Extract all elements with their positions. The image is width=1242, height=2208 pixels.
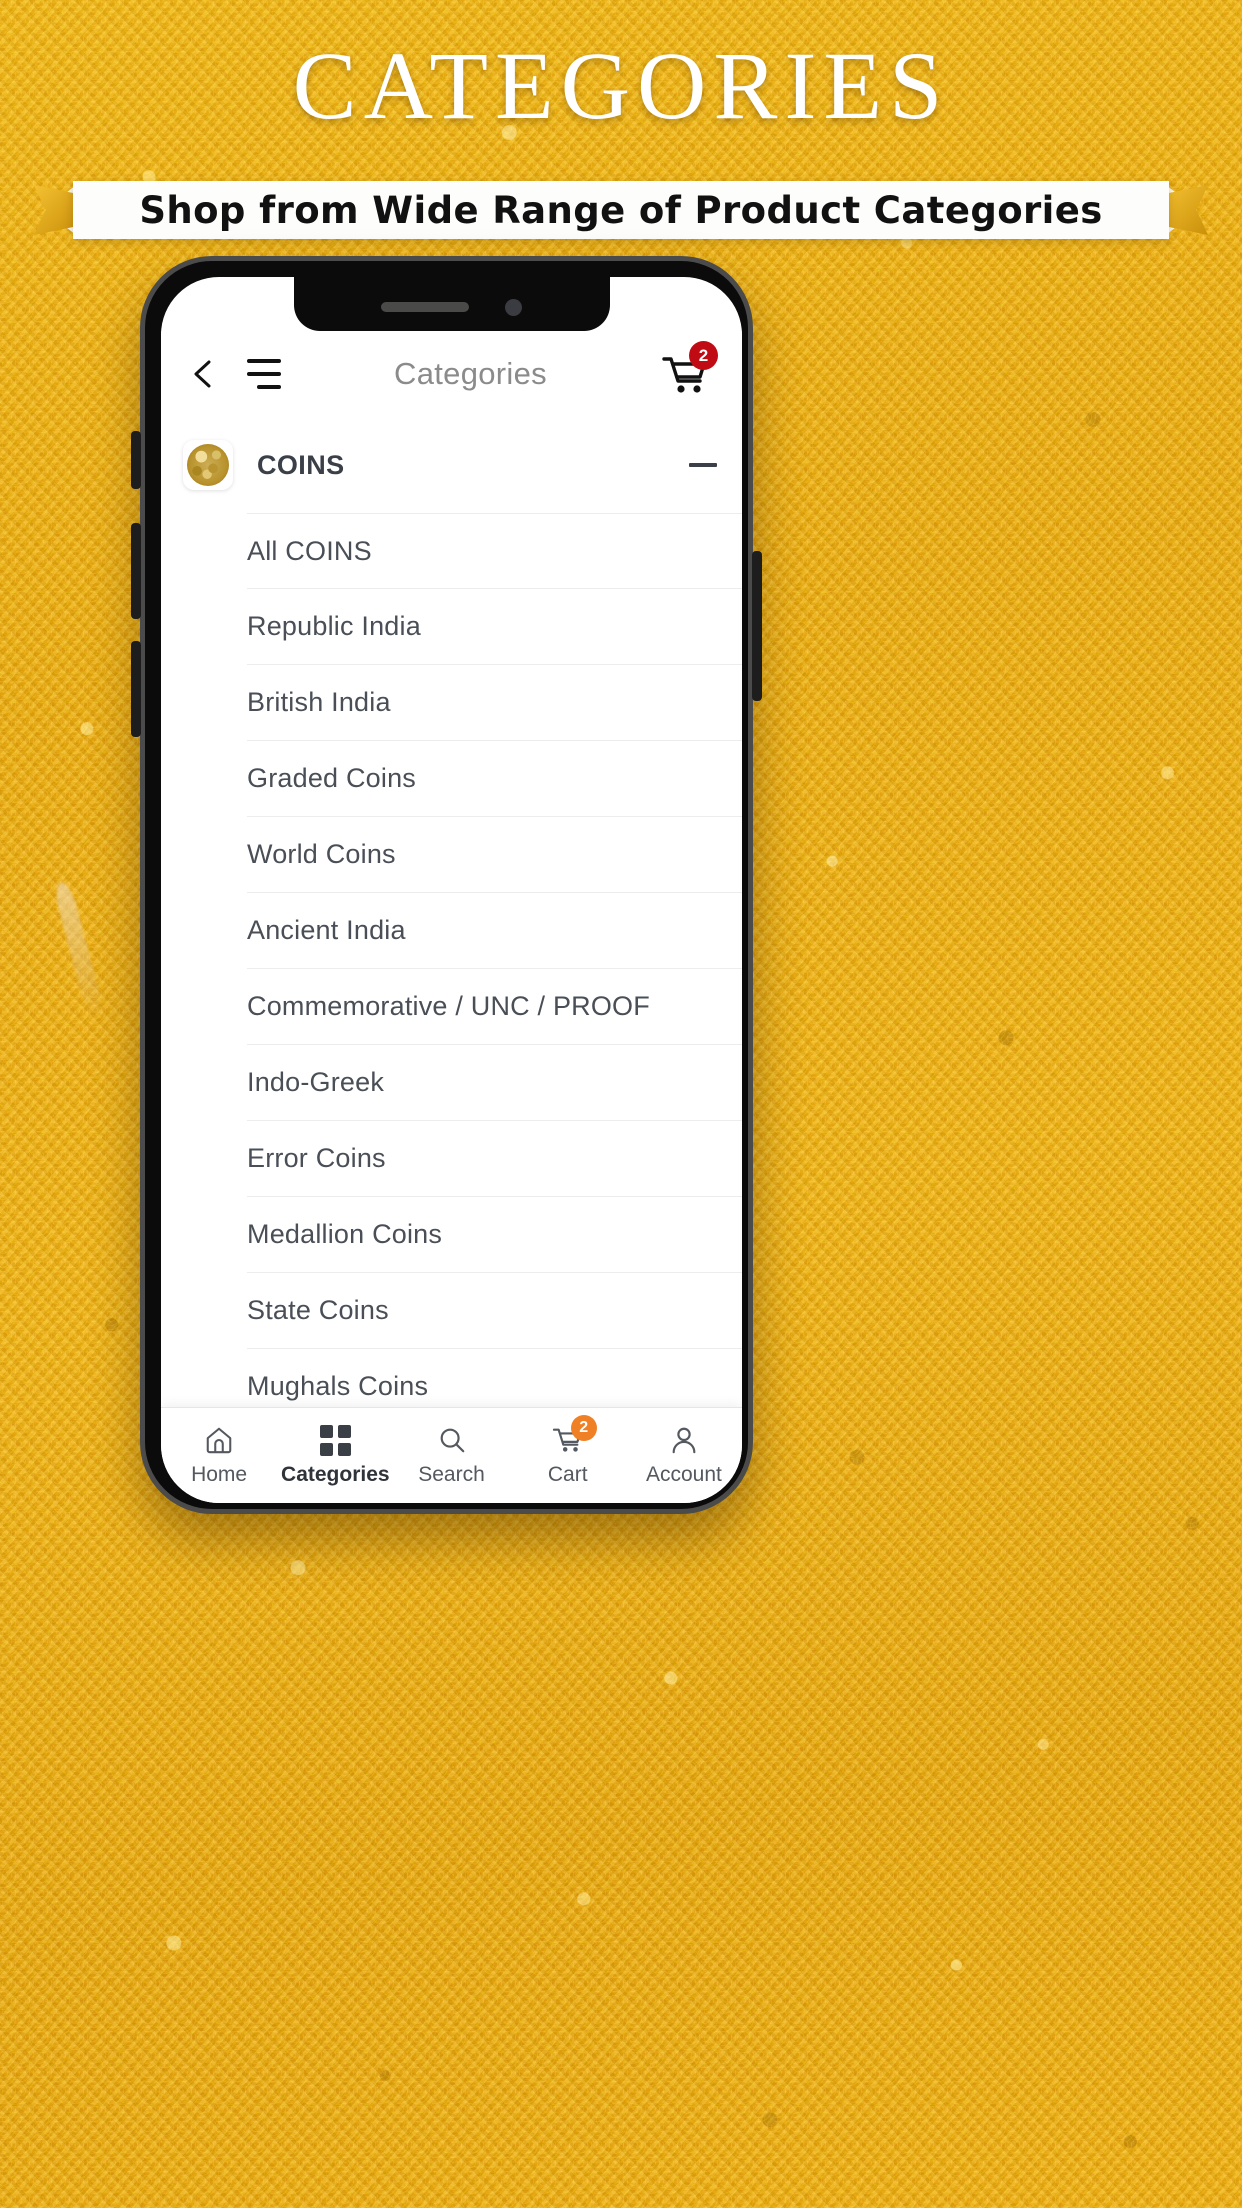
page-title: Categories — [394, 356, 547, 391]
phone-volume-down-button — [131, 641, 141, 737]
search-icon — [437, 1424, 467, 1456]
bottom-navigation-bar: Home Categories Search 2 Cart Account — [161, 1407, 742, 1503]
nav-item-search[interactable]: Search — [393, 1424, 509, 1487]
subcategory-item[interactable]: All COINS — [247, 513, 742, 589]
category-name: COINS — [257, 449, 345, 480]
cart-badge: 2 — [689, 341, 718, 370]
subcategory-item[interactable]: Republic India — [247, 589, 742, 665]
app-bar: Categories 2 — [161, 331, 742, 417]
subcategory-list-coins[interactable]: All COINS Republic India British India G… — [161, 513, 742, 1407]
nav-label: Search — [418, 1463, 485, 1486]
subcategory-item[interactable]: Commemorative / UNC / PROOF — [247, 969, 742, 1045]
phone-volume-up-button — [131, 523, 141, 619]
subcategory-item[interactable]: Medallion Coins — [247, 1197, 742, 1273]
cart-button[interactable]: 2 — [660, 341, 718, 398]
ribbon-text: Shop from Wide Range of Product Categori… — [139, 188, 1103, 232]
phone-notch — [293, 277, 610, 331]
hamburger-menu-icon[interactable] — [247, 359, 281, 389]
cart-icon: 2 — [552, 1415, 597, 1456]
person-icon — [669, 1424, 699, 1456]
phone-screen: Categories 2 COINS All COINS Republic In… — [161, 277, 742, 1503]
subcategory-item[interactable]: Mughals Coins — [247, 1349, 742, 1407]
nav-label: Cart — [547, 1463, 588, 1486]
front-camera-icon — [505, 298, 522, 316]
phone-mute-switch — [131, 431, 141, 489]
category-header-coins[interactable]: COINS — [161, 417, 742, 513]
nav-cart-badge: 2 — [570, 1415, 597, 1441]
subcategory-item[interactable]: Indo-Greek — [247, 1045, 742, 1121]
chevron-left-icon[interactable] — [187, 357, 221, 391]
subcategory-item[interactable]: State Coins — [247, 1273, 742, 1349]
nav-label: Categories — [281, 1463, 390, 1486]
gold-coin-thumbnail — [183, 440, 233, 490]
phone-mockup: Categories 2 COINS All COINS Republic In… — [131, 256, 762, 1514]
category-list[interactable]: COINS All COINS Republic India British I… — [161, 417, 742, 1407]
phone-power-button — [752, 551, 762, 701]
subcategory-item[interactable]: British India — [247, 665, 742, 741]
ribbon-banner: Shop from Wide Range of Product Categori… — [34, 181, 1208, 239]
nav-label: Account — [645, 1463, 722, 1486]
earpiece-speaker — [381, 302, 469, 312]
subcategory-item[interactable]: Graded Coins — [247, 741, 742, 817]
nav-item-cart[interactable]: 2 Cart — [510, 1415, 626, 1487]
nav-item-categories[interactable]: Categories — [277, 1424, 393, 1487]
subcategory-item[interactable]: World Coins — [247, 817, 742, 893]
minus-icon[interactable] — [686, 448, 720, 482]
nav-item-home[interactable]: Home — [161, 1424, 277, 1487]
poster-title: CATEGORIES — [292, 32, 950, 139]
subcategory-item[interactable]: Ancient India — [247, 893, 742, 969]
grid-icon — [319, 1424, 351, 1456]
subcategory-item[interactable]: Error Coins — [247, 1121, 742, 1197]
ribbon-inner: Shop from Wide Range of Product Categori… — [72, 181, 1170, 239]
nav-item-account[interactable]: Account — [626, 1424, 742, 1487]
home-icon — [204, 1424, 234, 1456]
nav-label: Home — [191, 1463, 248, 1486]
